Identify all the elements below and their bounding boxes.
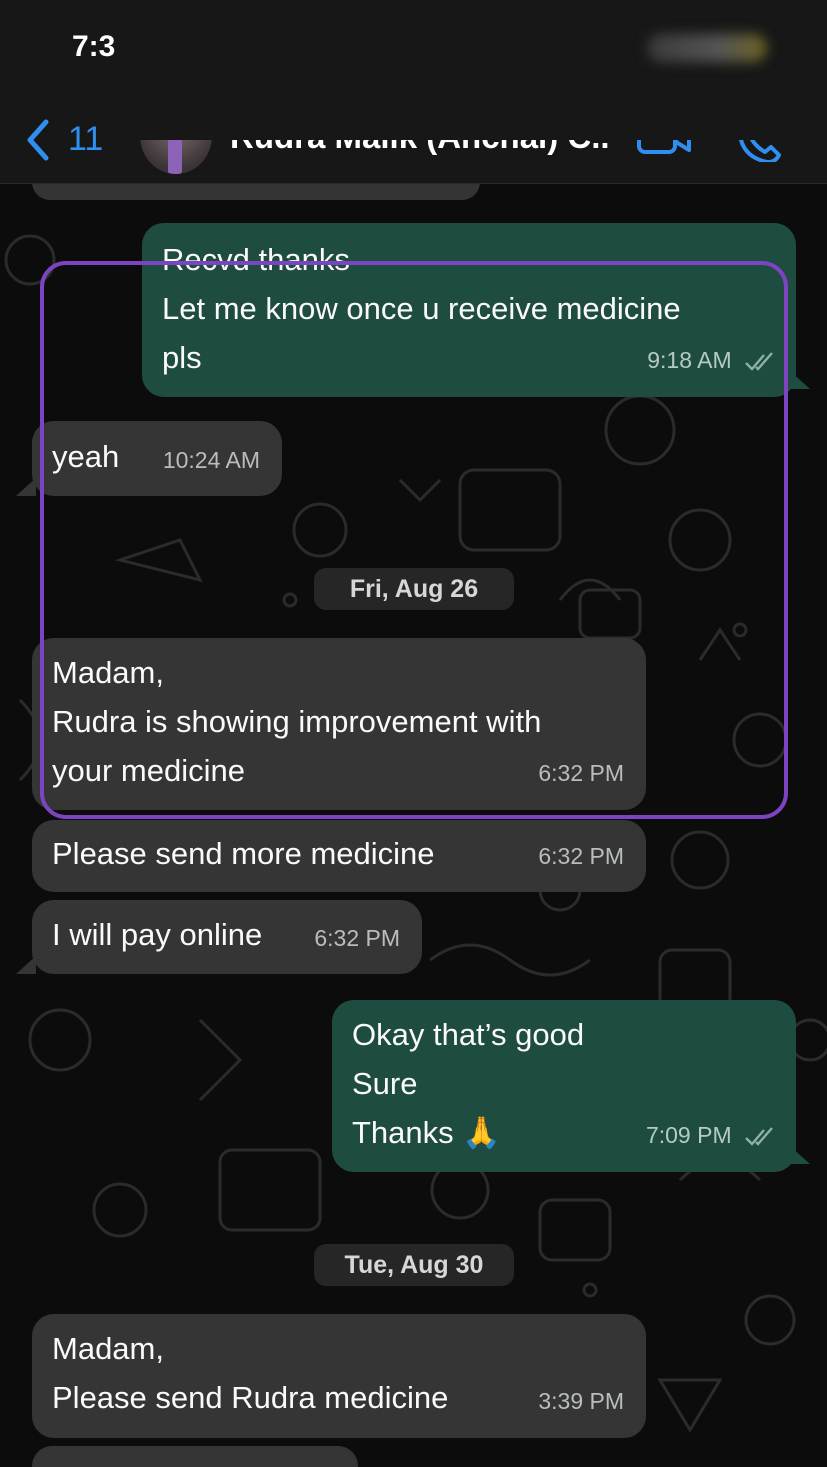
double-check-icon	[745, 1127, 773, 1146]
message-text: yeah	[52, 439, 120, 474]
back-unread-count[interactable]: 11	[68, 120, 103, 159]
message-time: 6:32 PM	[538, 760, 624, 786]
message-time: 6:32 PM	[538, 843, 624, 869]
message-line: Madam,	[52, 1331, 164, 1366]
date-separator: Tue, Aug 30	[314, 1244, 514, 1286]
message-text: Okay that’s good Sure Thanks 🙏	[352, 1010, 584, 1157]
message-line: Sure	[352, 1066, 418, 1101]
message-line: Thanks 🙏	[352, 1115, 501, 1150]
message-time: 7:09 PM	[646, 1111, 774, 1160]
double-check-icon	[745, 352, 773, 371]
message-line: Recvd thanks	[162, 242, 350, 277]
status-indicators	[647, 34, 767, 62]
message-incoming[interactable]: yeah 10:24 AM	[32, 421, 282, 496]
chat-header: 7:3 11 Rudra Malik (Anchal) C...	[0, 0, 827, 184]
message-line: Please send Rudra medicine	[52, 1380, 449, 1415]
message-time-text: 7:09 PM	[645, 1122, 732, 1148]
message-line: Madam,	[52, 655, 164, 690]
message-text: I will pay online	[52, 917, 263, 952]
message-incoming[interactable]: Madam, Rudra is showing improvement with…	[32, 638, 646, 810]
message-text: Please send more medicine	[52, 836, 435, 871]
message-time: 3:39 PM	[538, 1388, 624, 1414]
message-incoming[interactable]: Madam, Please send Rudra medicine 3:39 P…	[32, 1314, 646, 1438]
message-line: Let me know once u receive medicine	[162, 291, 681, 326]
message-line: your medicine	[52, 753, 245, 788]
message-line: Rudra is showing improvement with	[52, 704, 542, 739]
message-outgoing[interactable]: Okay that’s good Sure Thanks 🙏 7:09 PM	[332, 1000, 796, 1172]
header-clip	[120, 98, 800, 140]
message-time-text: 9:18 AM	[647, 347, 732, 373]
message-time: 9:18 AM	[647, 336, 774, 385]
chevron-left-icon[interactable]	[24, 118, 52, 162]
status-time: 7:3	[72, 30, 116, 63]
message-line: Okay that’s good	[352, 1017, 585, 1052]
message-line: pls	[162, 340, 202, 375]
message-text: Madam, Please send Rudra medicine	[52, 1324, 448, 1422]
message-text: Madam, Rudra is showing improvement with…	[52, 648, 541, 795]
message-time: 10:24 AM	[162, 447, 260, 473]
message-time: 6:32 PM	[314, 925, 400, 951]
message-text: Recvd thanks Let me know once u receive …	[162, 235, 681, 382]
date-separator: Fri, Aug 26	[314, 568, 514, 610]
message-incoming-partial[interactable]	[32, 1446, 358, 1467]
message-incoming[interactable]: Please send more medicine 6:32 PM	[32, 820, 646, 892]
message-incoming[interactable]: I will pay online 6:32 PM	[32, 900, 422, 974]
message-outgoing[interactable]: Recvd thanks Let me know once u receive …	[142, 223, 796, 397]
